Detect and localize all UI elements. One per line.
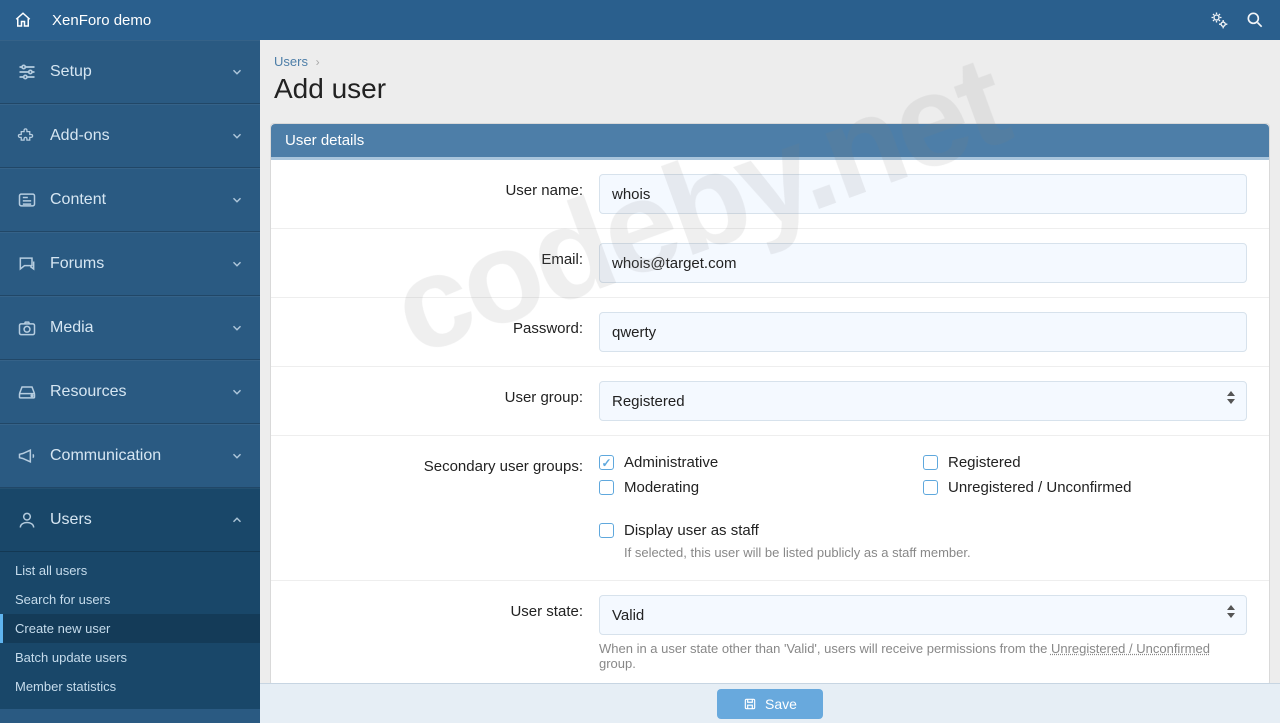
email-input[interactable] (599, 243, 1247, 283)
hint-display-staff: If selected, this user will be listed pu… (599, 543, 1247, 566)
sidebar-item-label: Forums (50, 255, 230, 273)
sub-item-label: Member statistics (15, 679, 116, 694)
sidebar-sublist-users: List all users Search for users Create n… (0, 552, 260, 709)
drive-icon (16, 381, 38, 403)
chevron-up-icon (230, 513, 244, 527)
user-icon (16, 509, 38, 531)
checkbox-label: Administrative (624, 454, 718, 471)
label-username: User name: (271, 160, 599, 228)
save-button[interactable]: Save (717, 689, 823, 719)
note-link-unregistered[interactable]: Unregistered / Unconfirmed (1051, 641, 1210, 656)
label-email: Email: (271, 229, 599, 297)
app-title: XenForo demo (52, 12, 151, 29)
sidebar-item-users[interactable]: Users (0, 488, 260, 552)
panel-user-details: User details User name: Email: Password:… (270, 123, 1270, 686)
username-input[interactable] (599, 174, 1247, 214)
megaphone-icon (16, 445, 38, 467)
checkbox-icon (599, 523, 614, 538)
checkbox-unregistered[interactable]: Unregistered / Unconfirmed (923, 475, 1247, 500)
sidebar-item-label: Communication (50, 447, 230, 465)
label-usergroup: User group: (271, 367, 599, 435)
sidebar-item-communication[interactable]: Communication (0, 424, 260, 488)
note-userstate: When in a user state other than 'Valid',… (599, 635, 1247, 671)
user-form: User name: Email: Password: User group: … (271, 160, 1269, 685)
label-secondary-groups: Secondary user groups: (271, 436, 599, 580)
checkbox-icon (923, 455, 938, 470)
save-icon (743, 697, 757, 711)
checkbox-label: Registered (948, 454, 1021, 471)
sidebar-item-label: Resources (50, 383, 230, 401)
newspaper-icon (16, 189, 38, 211)
chevron-down-icon (230, 385, 244, 399)
search-icon[interactable] (1244, 9, 1266, 31)
chevron-down-icon (230, 321, 244, 335)
sidebar-item-addons[interactable]: Add-ons (0, 104, 260, 168)
sub-item-label: Create new user (15, 621, 110, 636)
breadcrumb-root[interactable]: Users (274, 54, 308, 69)
topbar: XenForo demo (0, 0, 1280, 40)
note-text: group. (599, 656, 636, 671)
chat-icon (16, 253, 38, 275)
label-password: Password: (271, 298, 599, 366)
note-text: When in a user state other than 'Valid',… (599, 641, 1051, 656)
breadcrumb: Users › (260, 40, 1280, 69)
sidebar: Setup Add-ons Content Forums Media Resou… (0, 40, 260, 723)
checkbox-icon (599, 455, 614, 470)
checkbox-label: Unregistered / Unconfirmed (948, 479, 1131, 496)
chevron-down-icon (230, 129, 244, 143)
checkbox-label: Display user as staff (624, 522, 759, 539)
sidebar-item-label: Add-ons (50, 127, 230, 145)
checkbox-moderating[interactable]: Moderating (599, 475, 923, 500)
sidebar-item-setup[interactable]: Setup (0, 40, 260, 104)
chevron-down-icon (230, 257, 244, 271)
panel-header: User details (271, 124, 1269, 160)
page-title: Add user (260, 69, 1280, 123)
content-area: Users › Add user User details User name:… (260, 40, 1280, 723)
chevron-down-icon (230, 65, 244, 79)
usergroup-select[interactable]: Registered (599, 381, 1247, 421)
checkbox-display-staff[interactable]: Display user as staff (599, 518, 1247, 543)
sub-item-label: Search for users (15, 592, 110, 607)
sub-item-search-users[interactable]: Search for users (0, 585, 260, 614)
sidebar-item-label: Media (50, 319, 230, 337)
settings-icon[interactable] (1208, 9, 1230, 31)
checkbox-registered[interactable]: Registered (923, 450, 1247, 475)
chevron-down-icon (230, 449, 244, 463)
puzzle-icon (16, 125, 38, 147)
sidebar-item-resources[interactable]: Resources (0, 360, 260, 424)
sub-item-label: Batch update users (15, 650, 127, 665)
password-input[interactable] (599, 312, 1247, 352)
camera-icon (16, 317, 38, 339)
checkbox-icon (599, 480, 614, 495)
sidebar-item-label: Users (50, 511, 230, 529)
sub-item-batch-update[interactable]: Batch update users (0, 643, 260, 672)
sliders-icon (16, 61, 38, 83)
sub-item-member-stats[interactable]: Member statistics (0, 672, 260, 701)
checkbox-administrative[interactable]: Administrative (599, 450, 923, 475)
sidebar-item-forums[interactable]: Forums (0, 232, 260, 296)
breadcrumb-sep: › (316, 55, 320, 69)
userstate-select[interactable]: Valid (599, 595, 1247, 635)
sidebar-item-media[interactable]: Media (0, 296, 260, 360)
checkbox-icon (923, 480, 938, 495)
sidebar-item-content[interactable]: Content (0, 168, 260, 232)
sidebar-item-label: Setup (50, 63, 230, 81)
sub-item-create-user[interactable]: Create new user (0, 614, 260, 643)
label-userstate: User state: (271, 581, 599, 685)
sidebar-item-label: Content (50, 191, 230, 209)
sub-item-list-users[interactable]: List all users (0, 556, 260, 585)
checkbox-label: Moderating (624, 479, 699, 496)
home-icon[interactable] (14, 11, 32, 29)
save-bar: Save (260, 683, 1280, 723)
save-button-label: Save (765, 696, 797, 712)
sub-item-label: List all users (15, 563, 87, 578)
chevron-down-icon (230, 193, 244, 207)
